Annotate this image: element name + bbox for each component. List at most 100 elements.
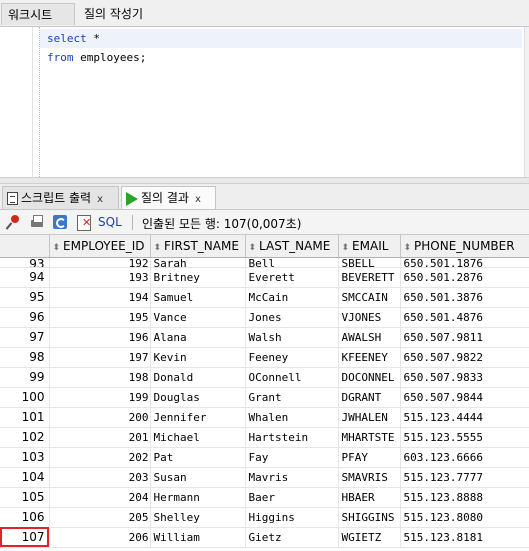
cell-employee-id[interactable]: 201 xyxy=(49,427,151,448)
row-number[interactable]: 106 xyxy=(0,507,50,528)
cell-last-name[interactable]: Everett xyxy=(245,267,339,288)
column-header-first-name[interactable]: ⬍ FIRST_NAME xyxy=(150,235,246,258)
table-row[interactable]: 100 199 Douglas Grant DGRANT 650.507.9844 xyxy=(0,387,529,408)
table-row[interactable]: 105 204 Hermann Baer HBAER 515.123.8888 xyxy=(0,487,529,508)
cell-first-name[interactable]: Susan xyxy=(150,467,246,488)
cell-phone-number[interactable]: 650.501.1876 xyxy=(400,257,529,268)
cell-phone-number[interactable]: 515.123.4444 xyxy=(400,407,529,428)
cell-phone-number[interactable]: 515.123.7777 xyxy=(400,467,529,488)
cell-last-name[interactable]: Whalen xyxy=(245,407,339,428)
cell-first-name[interactable]: Pat xyxy=(150,447,246,468)
sql-code[interactable]: select * from employees; xyxy=(40,29,522,67)
cell-last-name[interactable]: Bell xyxy=(245,257,339,268)
cell-first-name[interactable]: Donald xyxy=(150,367,246,388)
cell-phone-number[interactable]: 515.123.5555 xyxy=(400,427,529,448)
table-row[interactable]: 95 194 Samuel McCain SMCCAIN 650.501.3876 xyxy=(0,287,529,308)
table-row[interactable]: 102 201 Michael Hartstein MHARTSTE 515.123.55… xyxy=(0,427,529,448)
cell-last-name[interactable]: Walsh xyxy=(245,327,339,348)
cell-first-name[interactable]: Sarah xyxy=(150,257,246,268)
cell-first-name[interactable]: Douglas xyxy=(150,387,246,408)
sql-editor[interactable]: select * from employees; xyxy=(0,27,529,177)
row-number[interactable]: 100 xyxy=(0,387,50,408)
tab-script-output[interactable]: 스크립트 출력 x xyxy=(2,186,119,209)
cell-first-name[interactable]: Samuel xyxy=(150,287,246,308)
cell-email[interactable]: WGIETZ xyxy=(338,527,401,548)
cell-phone-number[interactable]: 650.501.3876 xyxy=(400,287,529,308)
close-icon[interactable]: x xyxy=(195,194,201,205)
row-number[interactable]: 98 xyxy=(0,347,50,368)
row-number[interactable]: 101 xyxy=(0,407,50,428)
cell-phone-number[interactable]: 650.501.4876 xyxy=(400,307,529,328)
table-row[interactable]: 97 196 Alana Walsh AWALSH 650.507.9811 xyxy=(0,327,529,348)
column-header-phone-number[interactable]: ⬍ PHONE_NUMBER xyxy=(400,235,529,258)
cell-first-name[interactable]: Britney xyxy=(150,267,246,288)
pin-icon[interactable] xyxy=(6,214,22,230)
cell-email[interactable]: DOCONNEL xyxy=(338,367,401,388)
cell-employee-id[interactable]: 194 xyxy=(49,287,151,308)
cell-employee-id[interactable]: 197 xyxy=(49,347,151,368)
cell-email[interactable]: AWALSH xyxy=(338,327,401,348)
cell-phone-number[interactable]: 515.123.8080 xyxy=(400,507,529,528)
cell-last-name[interactable]: Baer xyxy=(245,487,339,508)
table-row[interactable]: 98 197 Kevin Feeney KFEENEY 650.507.9822 xyxy=(0,347,529,368)
editor-scrollbar[interactable] xyxy=(524,27,529,177)
cell-last-name[interactable]: Feeney xyxy=(245,347,339,368)
cell-first-name[interactable]: Alana xyxy=(150,327,246,348)
cell-last-name[interactable]: Higgins xyxy=(245,507,339,528)
table-row[interactable]: 107 206 William Gietz WGIETZ 515.123.8181 xyxy=(0,527,529,548)
row-number[interactable]: 99 xyxy=(0,367,50,388)
cell-first-name[interactable]: Jennifer xyxy=(150,407,246,428)
cell-first-name[interactable]: Michael xyxy=(150,427,246,448)
row-number[interactable]: 97 xyxy=(0,327,50,348)
cell-employee-id[interactable]: 196 xyxy=(49,327,151,348)
cell-employee-id[interactable]: 200 xyxy=(49,407,151,428)
cell-phone-number[interactable]: 650.507.9822 xyxy=(400,347,529,368)
cell-last-name[interactable]: Fay xyxy=(245,447,339,468)
cell-phone-number[interactable]: 515.123.8888 xyxy=(400,487,529,508)
column-header-employee-id[interactable]: ⬍ EMPLOYEE_ID xyxy=(49,235,151,258)
cell-last-name[interactable]: Jones xyxy=(245,307,339,328)
row-number[interactable]: 103 xyxy=(0,447,50,468)
cell-employee-id[interactable]: 198 xyxy=(49,367,151,388)
code-line-2[interactable]: from employees; xyxy=(47,48,522,67)
row-number[interactable]: 104 xyxy=(0,467,50,488)
row-number[interactable]: 94 xyxy=(0,267,50,288)
code-line-1[interactable]: select * xyxy=(40,29,522,48)
row-number[interactable]: 96 xyxy=(0,307,50,328)
cell-phone-number[interactable]: 650.501.2876 xyxy=(400,267,529,288)
row-number[interactable]: 93 xyxy=(0,257,50,268)
cell-phone-number[interactable]: 650.507.9833 xyxy=(400,367,529,388)
table-row[interactable]: 96 195 Vance Jones VJONES 650.501.4876 xyxy=(0,307,529,328)
cell-phone-number[interactable]: 515.123.8181 xyxy=(400,527,529,548)
cell-phone-number[interactable]: 603.123.6666 xyxy=(400,447,529,468)
cell-employee-id[interactable]: 195 xyxy=(49,307,151,328)
cell-email[interactable]: JWHALEN xyxy=(338,407,401,428)
column-header-last-name[interactable]: ⬍ LAST_NAME xyxy=(245,235,339,258)
cell-email[interactable]: SMCCAIN xyxy=(338,287,401,308)
cell-email[interactable]: KFEENEY xyxy=(338,347,401,368)
table-row[interactable]: 106 205 Shelley Higgins SHIGGINS 515.123.8080 xyxy=(0,507,529,528)
cell-employee-id[interactable]: 193 xyxy=(49,267,151,288)
table-row[interactable]: 101 200 Jennifer Whalen JWHALEN 515.123.4444 xyxy=(0,407,529,428)
table-row[interactable]: 94 193 Britney Everett BEVERETT 650.501.2876 xyxy=(0,267,529,288)
table-row[interactable]: 93 192 Sarah Bell SBELL 650.501.1876 xyxy=(0,257,529,268)
cell-employee-id[interactable]: 204 xyxy=(49,487,151,508)
cell-email[interactable]: MHARTSTE xyxy=(338,427,401,448)
cell-email[interactable]: PFAY xyxy=(338,447,401,468)
column-header-email[interactable]: ⬍ EMAIL xyxy=(338,235,401,258)
cell-last-name[interactable]: Hartstein xyxy=(245,427,339,448)
cell-email[interactable]: DGRANT xyxy=(338,387,401,408)
cell-employee-id[interactable]: 203 xyxy=(49,467,151,488)
cell-last-name[interactable]: Gietz xyxy=(245,527,339,548)
cell-employee-id[interactable]: 192 xyxy=(49,257,151,268)
cell-first-name[interactable]: Kevin xyxy=(150,347,246,368)
cell-email[interactable]: SBELL xyxy=(338,257,401,268)
row-number[interactable]: 102 xyxy=(0,427,50,448)
cell-employee-id[interactable]: 205 xyxy=(49,507,151,528)
cancel-icon[interactable] xyxy=(76,214,92,231)
tab-worksheet[interactable]: 워크시트 xyxy=(1,3,75,25)
refresh-icon[interactable] xyxy=(52,214,68,230)
cell-phone-number[interactable]: 650.507.9844 xyxy=(400,387,529,408)
cell-email[interactable]: BEVERETT xyxy=(338,267,401,288)
sql-button[interactable]: SQL xyxy=(98,215,122,229)
